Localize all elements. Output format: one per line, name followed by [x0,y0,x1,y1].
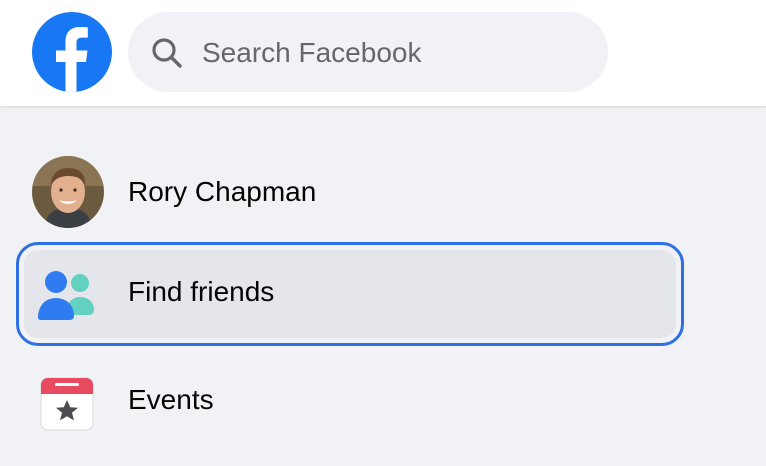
search-input[interactable] [200,32,584,74]
avatar [32,156,104,228]
friends-icon [38,271,94,320]
facebook-logo[interactable] [32,12,112,92]
search-bar[interactable] [128,12,608,92]
search-icon [152,38,182,68]
top-bar [0,0,766,106]
sidebar-item-label: Find friends [128,276,275,307]
sidebar-item-find-friends[interactable]: Find friends [16,242,684,346]
sidebar-item-label: Rory Chapman [128,176,317,207]
calendar-star-icon [40,377,94,431]
left-nav: Rory Chapman Find friends Events [0,106,766,466]
sidebar-item-profile[interactable]: Rory Chapman [24,150,676,238]
sidebar-item-label: Events [128,384,214,415]
sidebar-item-events[interactable]: Events [24,358,676,446]
